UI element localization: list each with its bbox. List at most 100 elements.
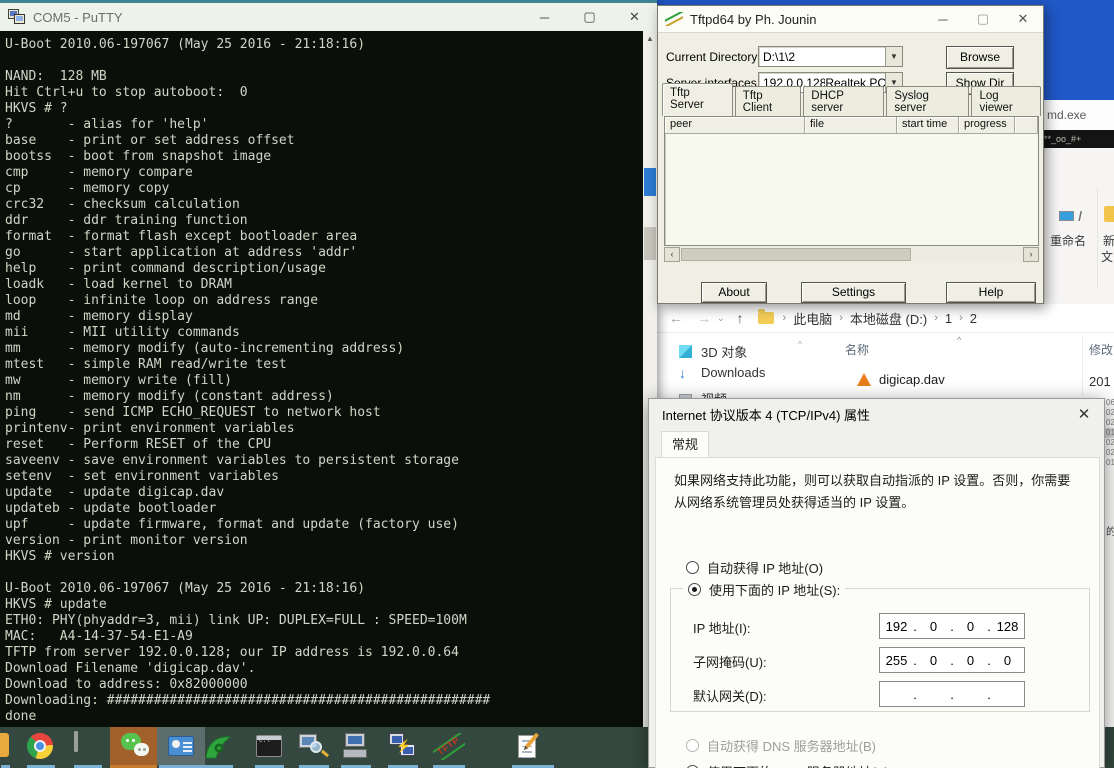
transfer-list[interactable]: peer file start time progress bbox=[664, 116, 1039, 246]
current-directory-label: Current Directory bbox=[666, 50, 757, 64]
radio-icon[interactable] bbox=[686, 561, 699, 574]
column-header-file[interactable]: file bbox=[805, 117, 897, 134]
maximize-icon[interactable]: ▢ bbox=[963, 6, 1003, 32]
taskbar-item-serial-monitor-icon[interactable] bbox=[74, 733, 101, 757]
file-name: digicap.dav bbox=[879, 372, 945, 387]
date-fragment: 02 bbox=[1105, 418, 1114, 428]
new-folder-label-1[interactable]: 新 bbox=[1103, 232, 1114, 249]
radio-icon-checked[interactable] bbox=[688, 583, 701, 596]
scrollbar-thumb[interactable] bbox=[681, 248, 911, 261]
settings-button[interactable]: Settings bbox=[801, 282, 906, 303]
dialog-titlebar[interactable]: Internet 协议版本 4 (TCP/IPv4) 属性 ✕ bbox=[649, 399, 1104, 429]
breadcrumb-folder-1[interactable]: 1 bbox=[941, 311, 956, 326]
close-icon[interactable]: ✕ bbox=[1003, 6, 1043, 32]
tab-tftp-client[interactable]: Tftp Client bbox=[735, 86, 801, 116]
forward-icon[interactable]: → bbox=[697, 310, 711, 326]
taskbar-item-notepad-icon[interactable] bbox=[518, 733, 542, 760]
sidebar-scroll-up-icon[interactable]: ^ bbox=[795, 340, 805, 390]
breadcrumb-separator: › bbox=[956, 312, 966, 324]
help-button[interactable]: Help bbox=[946, 282, 1036, 303]
putty-window: COM5 - PuTTY ─ ▢ ✕ U-Boot 2010.06-197067… bbox=[0, 0, 657, 727]
default-gateway-label: 默认网关(D): bbox=[693, 686, 767, 705]
radio-label: 自动获得 DNS 服务器地址(B) bbox=[707, 736, 876, 755]
scrollbar-thumb[interactable] bbox=[644, 168, 656, 196]
column-header-name[interactable]: 名称 bbox=[845, 341, 869, 358]
putty-window-title: COM5 - PuTTY bbox=[33, 10, 123, 25]
scroll-left-icon[interactable]: ‹ bbox=[664, 247, 680, 262]
dropdown-icon[interactable]: ▼ bbox=[885, 47, 902, 66]
radio-icon-disabled[interactable] bbox=[686, 739, 699, 752]
cmd-window-fragment[interactable]: md.exe **_oo_#+ bbox=[1044, 100, 1114, 148]
ipv4-properties-dialog: Internet 协议版本 4 (TCP/IPv4) 属性 ✕ 常规 如果网络支… bbox=[648, 398, 1105, 768]
browse-button[interactable]: Browse bbox=[946, 46, 1014, 69]
taskbar-item-file-explorer-partial[interactable] bbox=[0, 733, 9, 757]
recent-dropdown-icon[interactable]: ⌄ bbox=[717, 313, 725, 324]
dialog-tab-page: 如果网络支持此功能，则可以获取自动指派的 IP 设置。否则，你需要从网络系统管理… bbox=[655, 457, 1100, 768]
sidebar-item-3d-objects[interactable]: 3D 对象 bbox=[679, 342, 747, 361]
back-icon[interactable]: ← bbox=[669, 310, 683, 326]
manual-ip-groupbox: 使用下面的 IP 地址(S): IP 地址(I): 192.0.0.128 子网… bbox=[670, 588, 1090, 712]
new-folder-icon bbox=[1104, 206, 1114, 222]
current-directory-combobox[interactable]: D:\1\2 ▼ bbox=[758, 46, 903, 67]
column-header-start-time[interactable]: start time bbox=[897, 117, 959, 134]
up-icon[interactable]: ↑ bbox=[737, 310, 744, 326]
radio-auto-dns[interactable]: 自动获得 DNS 服务器地址(B) bbox=[686, 736, 876, 755]
minimize-icon[interactable]: ─ bbox=[522, 3, 567, 31]
breadcrumb-folder-2[interactable]: 2 bbox=[966, 311, 981, 326]
taskbar-item-tftp-icon[interactable]: TFTP bbox=[433, 733, 465, 760]
close-icon[interactable]: ✕ bbox=[1064, 399, 1104, 429]
tab-syslog-server[interactable]: Syslog server bbox=[886, 86, 969, 116]
download-arrow-icon: ↓ bbox=[679, 366, 692, 380]
tftpd-titlebar[interactable]: Tftpd64 by Ph. Jounin ─ ▢ ✕ bbox=[658, 6, 1043, 33]
putty-titlebar[interactable]: COM5 - PuTTY ─ ▢ ✕ bbox=[0, 3, 657, 31]
taskbar-item-wireshark-icon[interactable] bbox=[203, 733, 233, 760]
column-header-progress[interactable]: progress bbox=[959, 117, 1015, 134]
subnet-mask-field[interactable]: 255.0.0.0 bbox=[879, 647, 1025, 673]
column-header-modified[interactable]: 修改 bbox=[1089, 341, 1113, 358]
sidebar-item-downloads[interactable]: ↓ Downloads bbox=[679, 365, 765, 380]
scrollbar-segment[interactable] bbox=[644, 227, 656, 260]
rename-button[interactable]: 重命名 bbox=[1050, 232, 1086, 249]
close-icon[interactable]: ✕ bbox=[612, 3, 657, 31]
ip-address-label: IP 地址(I): bbox=[693, 618, 751, 637]
tab-general[interactable]: 常规 bbox=[661, 431, 709, 458]
transfer-list-header: peer file start time progress bbox=[665, 117, 1038, 134]
scroll-right-icon[interactable]: › bbox=[1023, 247, 1039, 262]
radio-auto-ip[interactable]: 自动获得 IP 地址(O) bbox=[686, 558, 823, 577]
explorer-edge-sliver: 06 02 02 01 02 02 01 的 bbox=[1105, 398, 1114, 768]
explorer-toolbar: ← → ⌄ ↑ › 此电脑 › 本地磁盘 (D:) › 1 › 2 bbox=[657, 304, 1114, 333]
tab-tftp-server[interactable]: Tftp Server bbox=[662, 83, 733, 116]
file-row-digicap[interactable]: digicap.dav bbox=[857, 372, 945, 387]
taskbar-item-wechat-icon[interactable] bbox=[121, 733, 149, 759]
radio-manual-dns[interactable]: 使用下面的 DNS 服务器地址(E) bbox=[686, 762, 889, 768]
taskbar-item-chrome-icon[interactable] bbox=[27, 733, 53, 759]
tftpd-tab-strip: Tftp Server Tftp Client DHCP server Sysl… bbox=[662, 94, 1043, 116]
tab-dhcp-server[interactable]: DHCP server bbox=[803, 86, 884, 116]
minimize-icon[interactable]: ─ bbox=[923, 6, 963, 32]
explorer-ribbon-fragment: I 重命名 新 文 bbox=[1044, 148, 1114, 304]
putty-app-icon bbox=[8, 9, 25, 25]
putty-terminal[interactable]: U-Boot 2010.06-197067 (May 25 2016 - 21:… bbox=[0, 31, 643, 727]
taskbar-item-device-toolbox-icon[interactable] bbox=[341, 733, 371, 760]
column-divider[interactable] bbox=[1082, 336, 1083, 396]
breadcrumb[interactable]: › 此电脑 › 本地磁盘 (D:) › 1 › 2 bbox=[758, 309, 981, 328]
radio-manual-ip[interactable]: 使用下面的 IP 地址(S): bbox=[683, 580, 845, 599]
file-date-fragment: 201 bbox=[1089, 374, 1111, 389]
ip-address-field[interactable]: 192.0.0.128 bbox=[879, 613, 1025, 639]
horizontal-scrollbar[interactable]: ‹ › bbox=[664, 247, 1039, 262]
sidebar-item-videos[interactable]: 视频 bbox=[679, 389, 727, 398]
taskbar-item-device-search-icon[interactable] bbox=[299, 733, 329, 760]
about-button[interactable]: About bbox=[701, 282, 767, 303]
breadcrumb-this-pc[interactable]: 此电脑 bbox=[789, 309, 836, 328]
new-folder-label-2[interactable]: 文 bbox=[1101, 248, 1113, 265]
sort-ascending-icon[interactable]: ^ bbox=[957, 335, 961, 345]
scroll-up-icon[interactable]: ▲ bbox=[643, 31, 657, 46]
default-gateway-field[interactable]: ... bbox=[879, 681, 1025, 707]
maximize-icon[interactable]: ▢ bbox=[567, 3, 612, 31]
taskbar-item-putty-icon[interactable]: ⚡ bbox=[388, 733, 418, 760]
breadcrumb-drive-d[interactable]: 本地磁盘 (D:) bbox=[846, 309, 931, 328]
taskbar-item-cmd-icon[interactable]: C:\ bbox=[256, 735, 282, 757]
column-header-peer[interactable]: peer bbox=[665, 117, 805, 134]
tab-log-viewer[interactable]: Log viewer bbox=[971, 86, 1041, 116]
taskbar-item-control-panel-icon[interactable] bbox=[168, 736, 194, 756]
